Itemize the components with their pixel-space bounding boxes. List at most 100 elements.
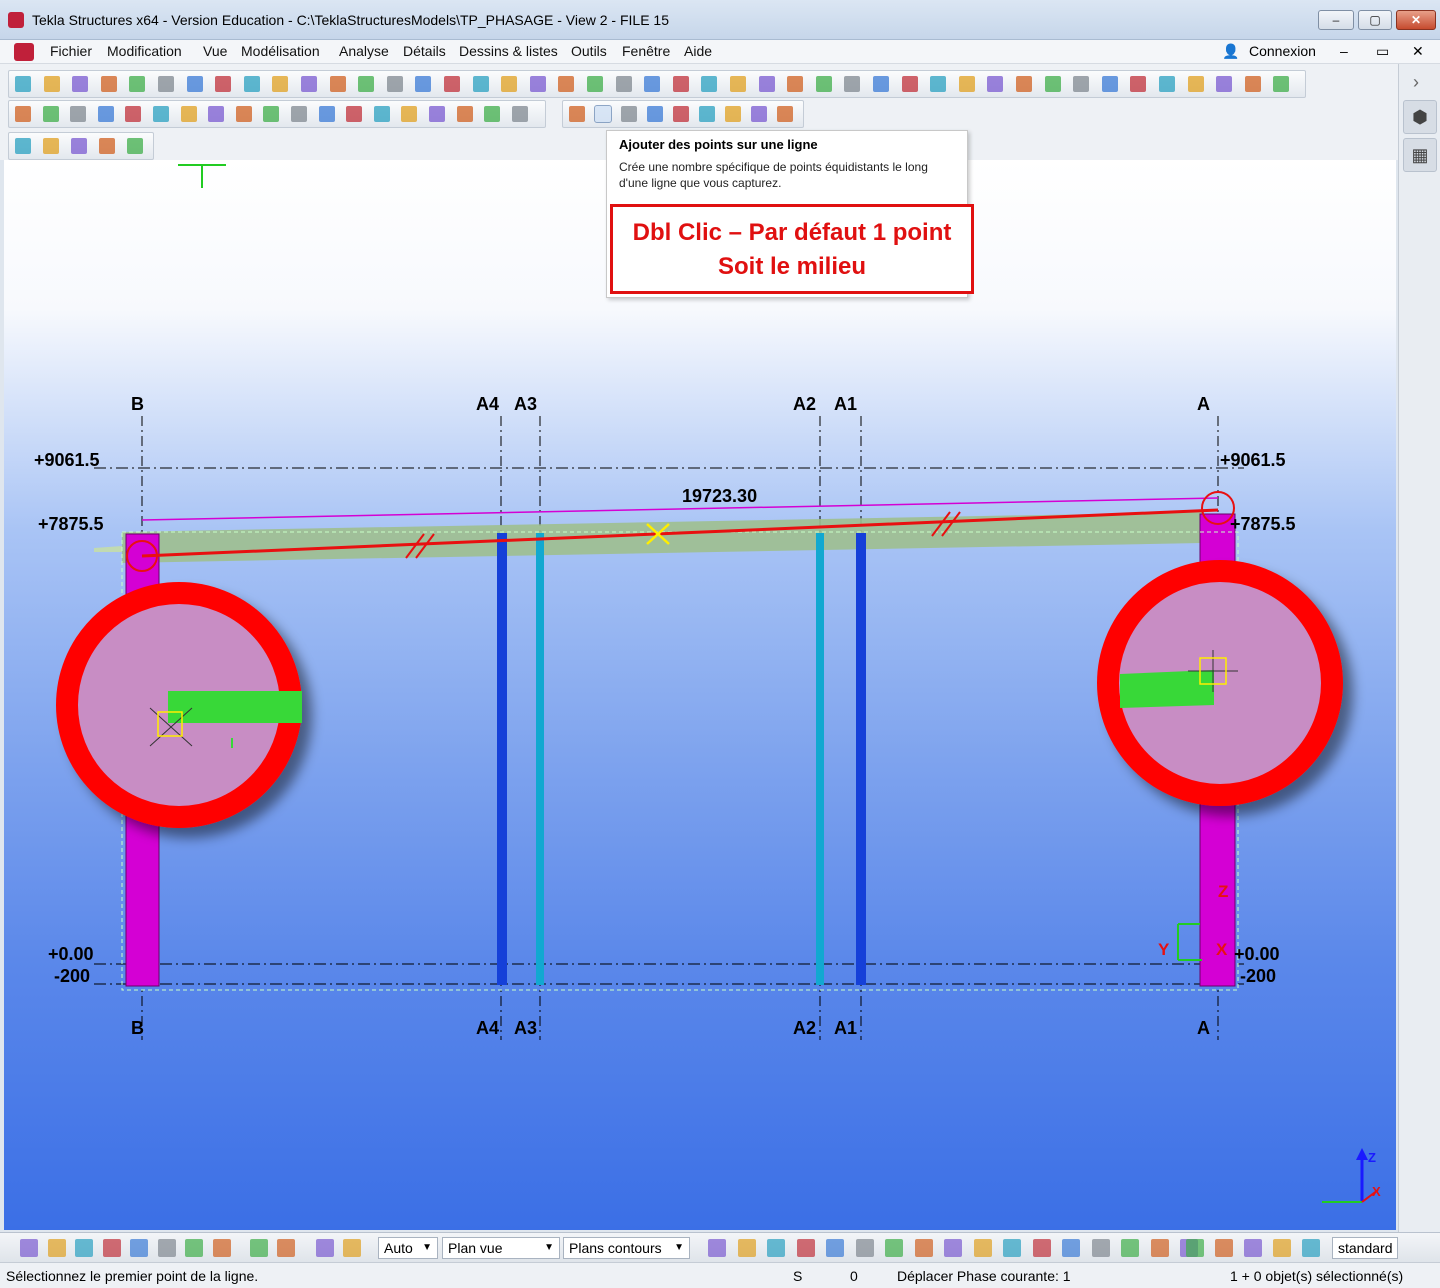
toolbar-tool-icon[interactable]: [725, 106, 741, 122]
contour-plane-select[interactable]: Plans contours ▼: [563, 1237, 690, 1259]
menu-modelisation[interactable]: Modélisation: [241, 43, 320, 59]
toolbar-tool-icon[interactable]: [158, 76, 174, 92]
snap-switch-icon[interactable]: [277, 1239, 295, 1257]
menu-dessins-listes[interactable]: Dessins & listes: [459, 43, 558, 59]
toolbar-tool-icon[interactable]: [358, 76, 375, 92]
snap-switch-icon[interactable]: [75, 1239, 93, 1257]
toolbar-tool-icon[interactable]: [701, 76, 718, 92]
menu-fenetre[interactable]: Fenêtre: [622, 43, 670, 59]
toolbar-tool-icon[interactable]: [401, 106, 418, 122]
snap-switch-icon[interactable]: [1003, 1239, 1021, 1257]
snap-switch-icon[interactable]: [737, 1239, 756, 1257]
snap-switch-icon[interactable]: [914, 1239, 933, 1257]
snap-switch-icon[interactable]: [343, 1239, 361, 1257]
toolbar-tool-icon[interactable]: [787, 76, 804, 92]
toolbar-tool-icon[interactable]: [15, 76, 31, 92]
toolbar-tool-icon[interactable]: [873, 76, 889, 92]
plane-select[interactable]: Plan vue ▼: [442, 1237, 560, 1259]
toolbar-tool-icon[interactable]: [444, 76, 460, 92]
toolbar-tool-icon[interactable]: [43, 138, 59, 154]
toolbar-tool-icon[interactable]: [43, 76, 60, 92]
3d-cube-icon[interactable]: ⬢: [1403, 100, 1437, 134]
snap-switch-icon[interactable]: [885, 1239, 903, 1257]
snap-switch-icon[interactable]: [1186, 1239, 1204, 1257]
toolbar-tool-icon[interactable]: [758, 76, 775, 92]
toolbar-tool-icon[interactable]: [1073, 76, 1090, 92]
toolbar-tool-icon[interactable]: [127, 138, 143, 154]
toolbar-tool-icon[interactable]: [373, 106, 390, 122]
toolbar-tool-icon[interactable]: [125, 106, 142, 122]
snap-switch-icon[interactable]: [102, 1239, 121, 1257]
toolbar-tool-icon[interactable]: [215, 76, 232, 92]
snap-switch-icon[interactable]: [1215, 1239, 1233, 1257]
toolbar-tool-icon[interactable]: [329, 76, 346, 92]
snap-switch-icon[interactable]: [1091, 1239, 1110, 1257]
toolbar-tool-icon[interactable]: [153, 106, 169, 122]
toolbar-tool-icon[interactable]: [511, 106, 528, 122]
snap-switch-icon[interactable]: [796, 1239, 815, 1257]
toolbar-tool-icon[interactable]: [346, 106, 363, 122]
toolbar-tool-icon[interactable]: [100, 76, 117, 92]
snap-switch-icon[interactable]: [47, 1239, 66, 1257]
toolbar-tool-icon[interactable]: [70, 106, 87, 122]
snap-switch-icon[interactable]: [973, 1239, 992, 1257]
toolbar-tool-icon[interactable]: [1187, 76, 1204, 92]
toolbar-tool-icon[interactable]: [730, 76, 746, 92]
mdi-restore-button[interactable]: ▭: [1376, 43, 1389, 60]
toolbar-tool-icon[interactable]: [673, 106, 689, 122]
toolbar-tool-icon[interactable]: [1244, 76, 1261, 92]
snap-switch-icon[interactable]: [767, 1239, 785, 1257]
snap-depth-select[interactable]: Auto ▼: [378, 1237, 438, 1259]
toolbar-tool-icon[interactable]: [751, 106, 767, 122]
toolbar-tool-icon[interactable]: [71, 138, 87, 154]
toolbar-tool-icon[interactable]: [208, 106, 225, 122]
toolbar-tool-icon[interactable]: [129, 76, 146, 92]
toolbar-tool-icon[interactable]: [263, 106, 280, 122]
toolbar-tool-icon[interactable]: [15, 138, 31, 154]
toolbar-tool-icon[interactable]: [987, 76, 1004, 92]
toolbar-tool-icon[interactable]: [529, 76, 546, 92]
toolbar-tool-icon[interactable]: [429, 106, 445, 122]
toolbar-tool-icon[interactable]: [301, 76, 317, 92]
toolbar-tool-icon[interactable]: [777, 106, 793, 122]
toolbar-tool-icon[interactable]: [1159, 76, 1175, 92]
toolbar-tool-icon[interactable]: [1101, 76, 1118, 92]
toolbar-tool-icon[interactable]: [72, 76, 89, 92]
toolbar-tool-icon[interactable]: [958, 76, 975, 92]
toolbar-tool-icon[interactable]: [235, 106, 252, 122]
toolbar-tool-icon[interactable]: [621, 106, 637, 122]
toolbar-tool-icon[interactable]: [484, 106, 501, 122]
toolbar-tool-icon[interactable]: [99, 138, 115, 154]
toolbar-tool-icon[interactable]: [42, 106, 59, 122]
toolbar-tool-icon[interactable]: [844, 76, 861, 92]
applications-icon[interactable]: ▦: [1403, 138, 1437, 172]
menu-outils[interactable]: Outils: [571, 43, 607, 59]
toolbar-tool-icon[interactable]: [15, 106, 31, 122]
snap-switch-icon[interactable]: [1244, 1239, 1262, 1257]
toolbar-tool-icon[interactable]: [501, 76, 518, 92]
model-view[interactable]: B A4 A3 A2 A1 A B A4 A3 A2 A1 A +9061.5 +7875.5 +0.00-…: [4, 160, 1396, 1230]
toolbar-tool-icon[interactable]: [644, 76, 661, 92]
snap-switch-icon[interactable]: [316, 1239, 334, 1257]
filter-select[interactable]: standard: [1332, 1237, 1398, 1259]
menu-modification[interactable]: Modification: [107, 43, 182, 59]
toolbar-tool-icon[interactable]: [615, 76, 632, 92]
snap-switch-icon[interactable]: [250, 1239, 268, 1257]
toolbar-tool-icon[interactable]: [569, 106, 585, 122]
toolbar-tool-icon[interactable]: [472, 76, 489, 92]
menu-analyse[interactable]: Analyse: [339, 43, 389, 59]
menu-fichier[interactable]: Fichier: [50, 43, 92, 59]
toolbar-tool-icon[interactable]: [930, 76, 947, 92]
snap-switch-icon[interactable]: [855, 1239, 874, 1257]
minimize-button[interactable]: –: [1318, 10, 1354, 30]
snap-switch-icon[interactable]: [944, 1239, 962, 1257]
toolbar-tool-icon[interactable]: [1130, 76, 1147, 92]
toolbar-tool-icon[interactable]: [243, 76, 260, 92]
post-a4[interactable]: [497, 533, 507, 985]
toolbar-tool-icon[interactable]: [558, 76, 575, 92]
toolbar-tool-icon[interactable]: [415, 76, 432, 92]
toolbar-tool-icon[interactable]: [97, 106, 114, 122]
mdi-minimize-button[interactable]: –: [1340, 43, 1348, 59]
toolbar-tool-icon[interactable]: [815, 76, 832, 92]
post-a3[interactable]: [536, 533, 544, 985]
